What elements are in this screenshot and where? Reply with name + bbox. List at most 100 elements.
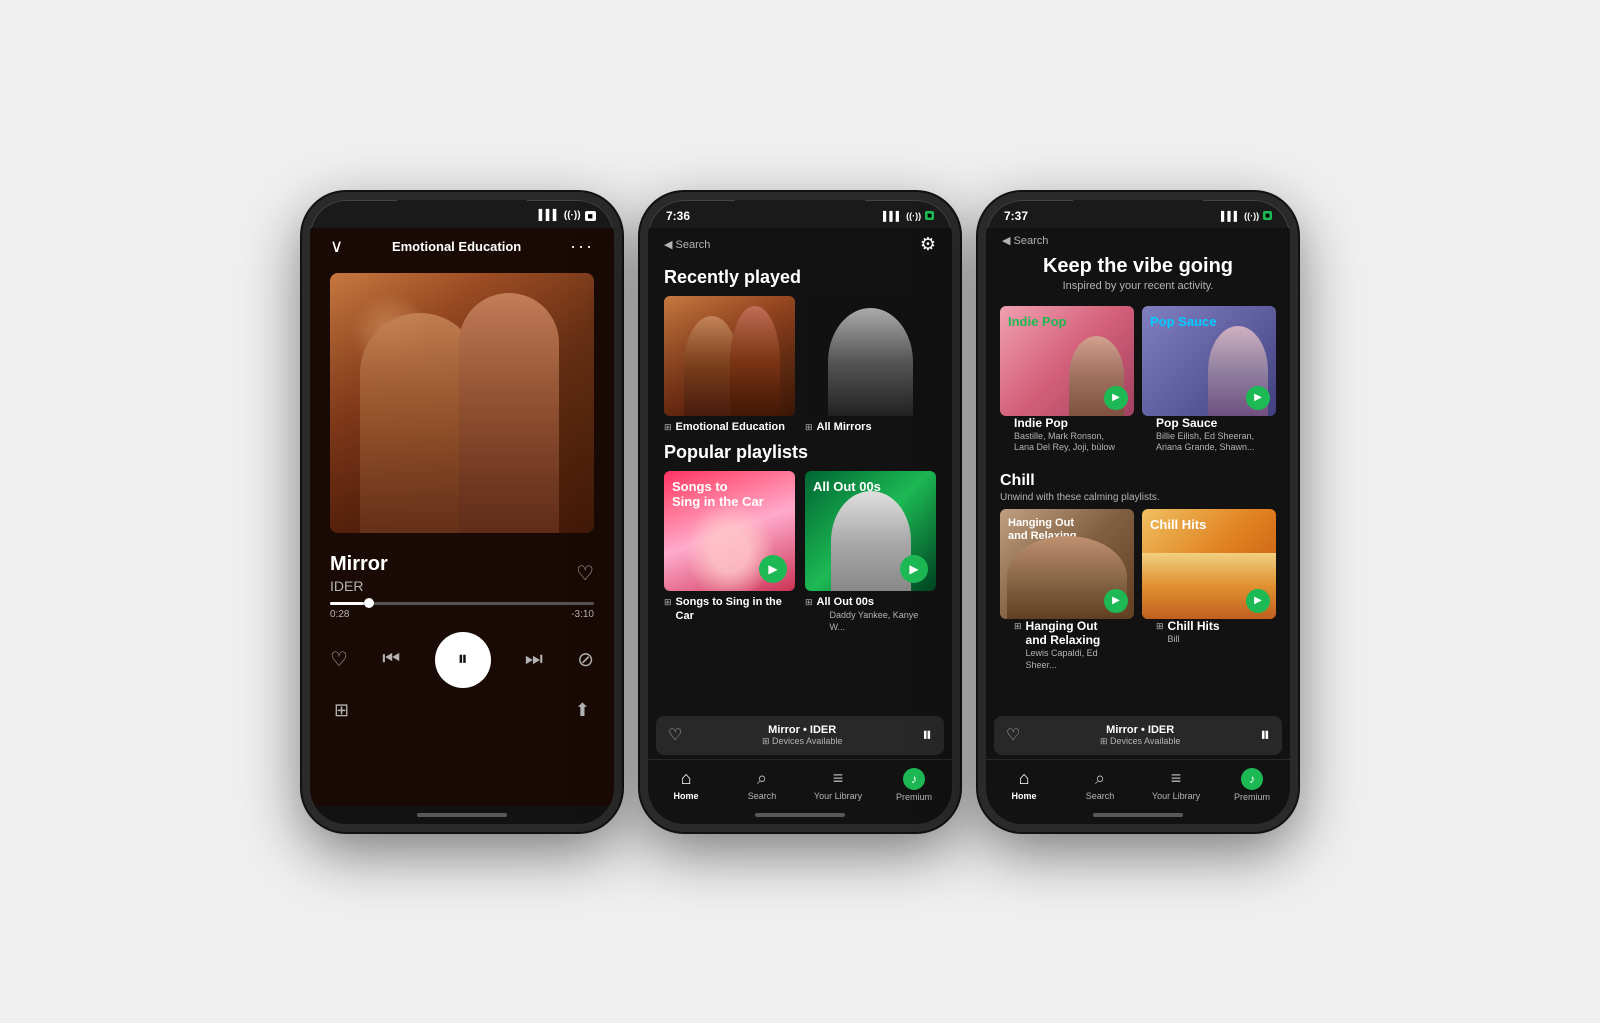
tab-premium-3[interactable]: ♪ Premium [1227, 768, 1277, 802]
art-bg-emotional [664, 296, 795, 416]
all-out-person [831, 491, 911, 591]
search-icon-3: ⌕ [1095, 768, 1105, 789]
screen-header-2: ◀ Search ⚙ [648, 228, 952, 259]
indie-pop-label: Indie Pop [1008, 314, 1067, 330]
card-hanging-out[interactable]: Hanging Outand Relaxing ▶ ⊞ Hanging Out … [1000, 509, 1134, 675]
more-options-button[interactable]: ··· [570, 236, 594, 257]
home-bar-line-1 [417, 813, 507, 817]
library-icon-3: ≡ [1171, 768, 1182, 789]
mini-subtitle-2: ⊞ Devices Available [682, 736, 922, 747]
all-out-bg: All Out 00s ▶ [805, 471, 936, 591]
back-button-2[interactable]: ◀ Search [664, 238, 710, 251]
pop-sauce-play[interactable]: ▶ [1246, 386, 1270, 410]
screen-3: ◀ Search Keep the vibe going Inspired by… [986, 228, 1290, 824]
chill-hits-card-label: ⊞ Chill Hits Bill [1142, 619, 1276, 650]
prev-button[interactable]: ⏮ [382, 648, 400, 671]
progress-dot [364, 598, 374, 608]
mini-pause-2[interactable]: ⏸ [922, 724, 932, 747]
mini-pause-3[interactable]: ⏸ [1260, 724, 1270, 747]
album-icon-2: ⊞ [805, 422, 813, 433]
pop-sauce-art: Pop Sauce ▶ [1142, 306, 1276, 416]
minimize-button[interactable]: ∨ [330, 236, 343, 257]
mini-player-2[interactable]: ♡ Mirror • IDER ⊞ Devices Available ⏸ ⌂ [648, 716, 952, 806]
album-art [330, 273, 594, 533]
tab-premium-2[interactable]: ♪ Premium [889, 768, 939, 802]
card-text-emotional: Emotional Education [676, 420, 785, 434]
tab-search-2[interactable]: ⌕ Search [737, 768, 787, 802]
phone-browse: 7:37 ▶ ▌▌▌ ((·)) ■ ◀ Search Keep the vib… [978, 192, 1298, 832]
share-button[interactable]: ⬆ [575, 700, 590, 721]
back-button-3[interactable]: ◀ Search [1002, 234, 1048, 247]
popular-playlists-row: Songs toSing in the Car ▶ ⊞ Songs to Sin… [648, 471, 952, 634]
sing-car-play[interactable]: ▶ [759, 555, 787, 583]
hanging-play[interactable]: ▶ [1104, 589, 1128, 613]
indie-pop-sub: Bastille, Mark Ronson, Lana Del Rey, Joj… [1014, 431, 1120, 454]
pop-sauce-name: Pop Sauce [1156, 416, 1262, 430]
tab-search-3[interactable]: ⌕ Search [1075, 768, 1125, 802]
card-chill-hits[interactable]: Chill Hits ▶ ⊞ Chill Hits Bill [1142, 509, 1276, 675]
emotional-education-art [664, 296, 795, 416]
like-button[interactable]: ♡ [576, 561, 594, 586]
chill-icon: ⊞ [1156, 621, 1164, 632]
time-3: 7:37 [1004, 209, 1028, 223]
home-bar-2 [648, 806, 952, 824]
mini-track-info-2: Mirror • IDER ⊞ Devices Available [682, 724, 922, 747]
screen-1: ∨ Emotional Education ··· [310, 228, 614, 824]
browse-main-title: Keep the vibe going [1002, 255, 1274, 278]
mini-heart-3[interactable]: ♡ [1006, 725, 1020, 745]
settings-button[interactable]: ⚙ [920, 234, 936, 255]
card-text-allout: All Out 00s Daddy Yankee, Kanye W... [817, 595, 936, 634]
card-sing-car[interactable]: Songs toSing in the Car ▶ ⊞ Songs to Sin… [664, 471, 795, 634]
chill-hits-play[interactable]: ▶ [1246, 589, 1270, 613]
spotify-icon-2: ♪ [903, 768, 925, 790]
signal-icon-3: ▌▌▌ [1221, 211, 1240, 221]
status-icons-1: ▌▌▌ ((·)) ■ [539, 210, 596, 221]
card-all-mirrors[interactable]: ⊞ All Mirrors [805, 296, 936, 434]
track-info: Mirror IDER ♡ [310, 545, 614, 602]
mini-player-3[interactable]: ♡ Mirror • IDER ⊞ Devices Available ⏸ ⌂ [986, 716, 1290, 806]
card-label-allout: ⊞ All Out 00s Daddy Yankee, Kanye W... [805, 595, 936, 634]
all-mirrors-art [805, 296, 936, 416]
tab-home-2[interactable]: ⌂ Home [661, 768, 711, 802]
wifi-icon-2: ((·)) [906, 211, 921, 221]
hanging-card-label: ⊞ Hanging Out and Relaxing Lewis Capaldi… [1000, 619, 1134, 675]
card-all-out[interactable]: All Out 00s ▶ ⊞ All Out 00s Daddy Yankee… [805, 471, 936, 634]
indie-pop-play[interactable]: ▶ [1104, 386, 1128, 410]
phone-now-playing: ▌▌▌ ((·)) ■ ∨ Emotional Education ··· [302, 192, 622, 832]
indie-pop-art: Indie Pop ▶ [1000, 306, 1134, 416]
chill-text-area: Chill Hits Bill [1168, 619, 1220, 646]
tab-home-3[interactable]: ⌂ Home [999, 768, 1049, 802]
phones-container: ▌▌▌ ((·)) ■ ∨ Emotional Education ··· [302, 192, 1298, 832]
like-control-button[interactable]: ♡ [330, 647, 348, 672]
all-out-play[interactable]: ▶ [900, 555, 928, 583]
mini-title-3: Mirror • IDER [1020, 724, 1260, 736]
pause-button[interactable]: ⏸ [435, 632, 491, 688]
elapsed-time: 0:28 [330, 609, 349, 620]
home-bar-line-3 [1093, 813, 1183, 817]
sing-car-art: Songs toSing in the Car ▶ [664, 471, 795, 591]
chill-hits-art: Chill Hits ▶ [1142, 509, 1276, 619]
connect-devices-button[interactable]: ⊞ [334, 700, 349, 721]
progress-bar[interactable] [330, 602, 594, 605]
card-name-mirrors: All Mirrors [817, 420, 872, 434]
indie-pop-name: Indie Pop [1014, 416, 1120, 430]
card-name-emotional: Emotional Education [676, 420, 785, 434]
mini-left-2: ♡ [668, 725, 682, 745]
block-button[interactable]: ⊘ [577, 647, 594, 672]
artist-name: IDER [330, 578, 388, 594]
mini-left-3: ♡ [1006, 725, 1020, 745]
tab-library-3[interactable]: ≡ Your Library [1151, 768, 1201, 802]
tab-library-2[interactable]: ≡ Your Library [813, 768, 863, 802]
remaining-time: -3:10 [571, 609, 594, 620]
browse-content: ◀ Search Keep the vibe going Inspired by… [986, 228, 1290, 716]
mini-heart-2[interactable]: ♡ [668, 725, 682, 745]
card-indie-pop[interactable]: Indie Pop ▶ Indie Pop Bastille, Mark Ron… [1000, 306, 1134, 458]
card-pop-sauce[interactable]: Pop Sauce ▶ Pop Sauce Billie Eilish, Ed … [1142, 306, 1276, 458]
bottom-icons: ⊞ ⬆ [310, 696, 614, 729]
recently-played-row: ⊞ Emotional Education [648, 296, 952, 434]
next-button[interactable]: ⏭ [525, 648, 543, 671]
premium-label-2: Premium [896, 792, 932, 802]
mini-player-inner-3: ♡ Mirror • IDER ⊞ Devices Available ⏸ [994, 716, 1282, 755]
spacer-3 [986, 681, 1290, 701]
card-emotional-education[interactable]: ⊞ Emotional Education [664, 296, 795, 434]
